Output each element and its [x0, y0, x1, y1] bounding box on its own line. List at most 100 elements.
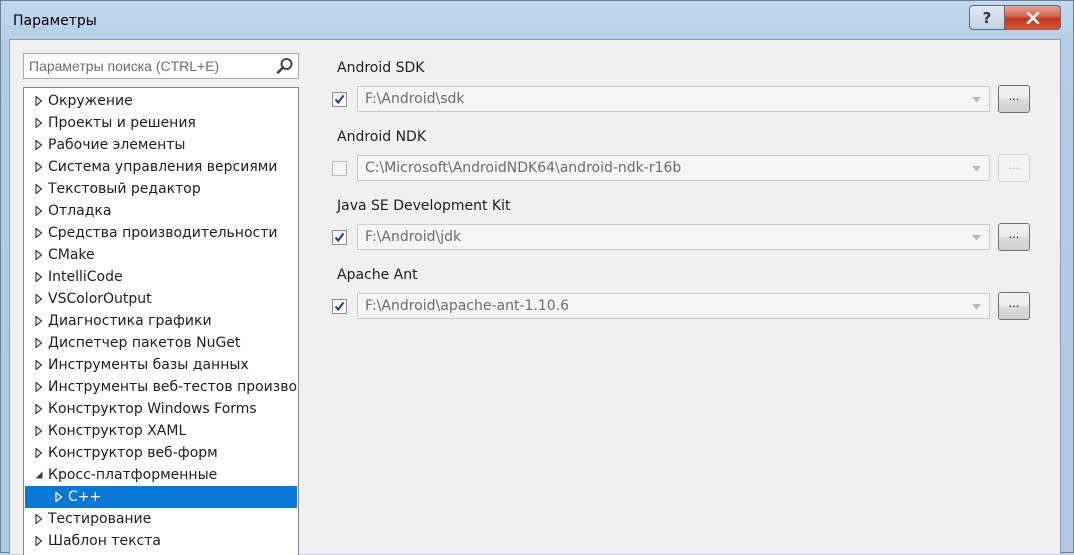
window-title: Параметры	[13, 13, 97, 29]
path-combobox[interactable]: F:\Android\jdk	[357, 224, 990, 250]
enable-checkbox[interactable]	[332, 92, 347, 107]
collapsed-arrow-icon[interactable]	[34, 118, 44, 128]
search-icon[interactable]	[276, 57, 294, 75]
enable-checkbox[interactable]	[332, 230, 347, 245]
collapsed-arrow-icon[interactable]	[34, 382, 44, 392]
tree-item[interactable]: Шаблон текста	[25, 530, 297, 552]
chevron-down-icon[interactable]	[972, 304, 981, 310]
enable-checkbox[interactable]	[332, 161, 347, 176]
tree-item-label: Кросс-платформенные	[48, 467, 218, 483]
tree-item-label: C++	[68, 489, 102, 505]
tree-item-label: Текстовый редактор	[48, 181, 201, 197]
close-button[interactable]	[1005, 5, 1061, 30]
tree-item-label: Инструменты базы данных	[48, 357, 249, 373]
tree-item-label: Средства производительности	[48, 225, 278, 241]
tree-item-label: Тестирование	[48, 511, 152, 527]
tree-item[interactable]: Система управления версиями	[25, 156, 297, 178]
tree-item-label: Рабочие элементы	[48, 137, 186, 153]
browse-button[interactable]: ...	[998, 292, 1030, 320]
tree-item[interactable]: Конструктор Windows Forms	[25, 398, 297, 420]
tree-item-label: Проекты и решения	[48, 115, 196, 131]
collapsed-arrow-icon[interactable]	[34, 514, 44, 524]
collapsed-arrow-icon[interactable]	[34, 272, 44, 282]
tree-item-label: Система управления версиями	[48, 159, 278, 175]
path-combobox[interactable]: F:\Android\apache-ant-1.10.6	[357, 293, 990, 319]
tree-item-label: Диспетчер пакетов NuGet	[48, 335, 241, 351]
path-value: F:\Android\apache-ant-1.10.6	[365, 298, 570, 314]
tree-item[interactable]: Инструменты веб-тестов производи	[25, 376, 297, 398]
search-input[interactable]	[24, 54, 274, 78]
tree-item[interactable]: VSColorOutput	[25, 288, 297, 310]
section-label: Android NDK	[337, 129, 427, 145]
browse-button[interactable]: ...	[998, 154, 1030, 182]
path-value: C:\Microsoft\AndroidNDK64\android-ndk-r1…	[365, 160, 682, 176]
options-dialog: Параметры ? Окружение Проекты и решения Ра…	[0, 0, 1074, 555]
collapsed-arrow-icon[interactable]	[34, 316, 44, 326]
section-label: Java SE Development Kit	[337, 198, 511, 214]
tree-item-label: Конструктор веб-форм	[48, 445, 218, 461]
search-box[interactable]	[23, 53, 299, 79]
collapsed-arrow-icon[interactable]	[34, 184, 44, 194]
expanded-arrow-icon[interactable]	[34, 470, 44, 480]
tree-item[interactable]: Средства производительности	[25, 222, 297, 244]
tree-item[interactable]: Кросс-платформенные	[25, 464, 297, 486]
path-combobox[interactable]: F:\Android\sdk	[357, 86, 990, 112]
dialog-client-area: Окружение Проекты и решения Рабочие элемен…	[9, 39, 1061, 555]
collapsed-arrow-icon[interactable]	[34, 140, 44, 150]
tree-item-label: Окружение	[48, 93, 133, 109]
tree-item-label: Отладка	[48, 203, 112, 219]
close-icon	[1026, 11, 1039, 24]
tree-item[interactable]: CMake	[25, 244, 297, 266]
tree-item[interactable]: Диспетчер пакетов NuGet	[25, 332, 297, 354]
enable-checkbox[interactable]	[332, 299, 347, 314]
path-combobox[interactable]: C:\Microsoft\AndroidNDK64\android-ndk-r1…	[357, 155, 990, 181]
tree-item[interactable]: Окружение	[25, 90, 297, 112]
collapsed-arrow-icon[interactable]	[34, 162, 44, 172]
collapsed-arrow-icon[interactable]	[34, 338, 44, 348]
tree-item[interactable]: Диагностика графики	[25, 310, 297, 332]
chevron-down-icon[interactable]	[972, 235, 981, 241]
browse-button[interactable]: ...	[998, 85, 1030, 113]
collapsed-arrow-icon[interactable]	[34, 96, 44, 106]
browse-button[interactable]: ...	[998, 223, 1030, 251]
tree-item-label: VSColorOutput	[48, 291, 152, 307]
collapsed-arrow-icon[interactable]	[34, 250, 44, 260]
tree-item-label: Диагностика графики	[48, 313, 212, 329]
tree-item-label: Конструктор XAML	[48, 423, 187, 439]
tree-item[interactable]: Инструменты базы данных	[25, 354, 297, 376]
collapsed-arrow-icon[interactable]	[34, 404, 44, 414]
tree-item[interactable]: Конструктор веб-форм	[25, 442, 297, 464]
checkmark-icon	[334, 94, 345, 105]
tree-item[interactable]: Текстовый редактор	[25, 178, 297, 200]
collapsed-arrow-icon[interactable]	[34, 448, 44, 458]
tree-item-label: CMake	[48, 247, 95, 263]
checkmark-icon	[334, 301, 345, 312]
tree-item-label: IntelliCode	[48, 269, 123, 285]
path-value: F:\Android\jdk	[365, 229, 462, 245]
tree-item[interactable]: Тестирование	[25, 508, 297, 530]
collapsed-arrow-icon[interactable]	[54, 492, 64, 502]
tree-item[interactable]: Отладка	[25, 200, 297, 222]
collapsed-arrow-icon[interactable]	[34, 206, 44, 216]
checkmark-icon	[334, 232, 345, 243]
tree-item[interactable]: Конструктор XAML	[25, 420, 297, 442]
chevron-down-icon[interactable]	[972, 97, 981, 103]
chevron-down-icon[interactable]	[972, 166, 981, 172]
tree-item[interactable]: C++	[25, 486, 297, 508]
collapsed-arrow-icon[interactable]	[34, 228, 44, 238]
tree-item-label: Конструктор Windows Forms	[48, 401, 257, 417]
options-tree[interactable]: Окружение Проекты и решения Рабочие элемен…	[23, 87, 299, 555]
collapsed-arrow-icon[interactable]	[34, 360, 44, 370]
tree-item[interactable]: Рабочие элементы	[25, 134, 297, 156]
section-label: Apache Ant	[337, 267, 418, 283]
tree-item[interactable]: Проекты и решения	[25, 112, 297, 134]
title-bar[interactable]: Параметры ?	[1, 1, 1073, 39]
collapsed-arrow-icon[interactable]	[34, 536, 44, 546]
section-label: Android SDK	[337, 60, 425, 76]
help-button[interactable]: ?	[969, 5, 1005, 30]
tree-item[interactable]: IntelliCode	[25, 266, 297, 288]
tree-item-label: Инструменты веб-тестов производи	[48, 379, 297, 395]
collapsed-arrow-icon[interactable]	[34, 426, 44, 436]
collapsed-arrow-icon[interactable]	[34, 294, 44, 304]
path-value: F:\Android\sdk	[365, 91, 465, 107]
